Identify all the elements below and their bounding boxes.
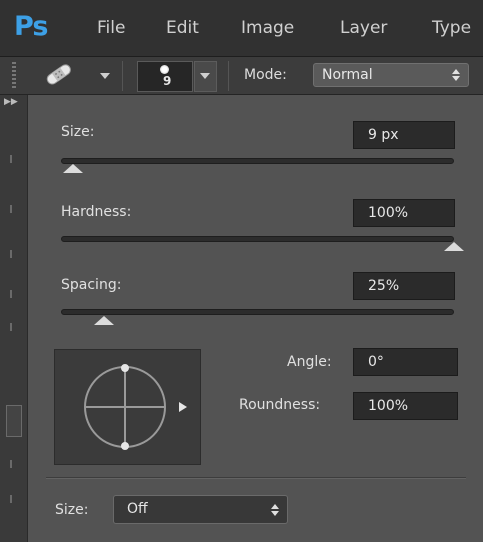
panel-tab[interactable] [6, 405, 22, 437]
spacing-input[interactable]: 25% [353, 272, 455, 300]
brush-preset-panel: Size: 9 px Hardness: 100% Spacing: 25% A… [28, 95, 483, 542]
menu-type[interactable]: Type [432, 18, 471, 38]
chevron-down-icon [200, 73, 210, 79]
brush-size-label: 9 [163, 74, 172, 88]
strip-divider [10, 460, 12, 468]
panel-divider [46, 477, 466, 478]
angle-input[interactable]: 0° [353, 348, 458, 376]
size-input[interactable]: 9 px [353, 121, 455, 149]
left-toolbar-strip: ▶▶ [0, 95, 28, 542]
menu-edit[interactable]: Edit [166, 18, 199, 38]
size-control-select[interactable]: Off [113, 495, 288, 524]
brush-picker-dropdown-button[interactable] [194, 61, 217, 92]
roundness-input[interactable]: 100% [353, 392, 458, 420]
menu-image[interactable]: Image [241, 18, 294, 38]
size-control-value: Off [127, 501, 148, 517]
roundness-label: Roundness: [239, 397, 321, 413]
hardness-slider-track[interactable] [61, 236, 454, 242]
menu-layer[interactable]: Layer [340, 18, 387, 38]
size-slider-track[interactable] [61, 158, 454, 164]
options-bar-grip[interactable] [12, 62, 16, 88]
mode-label: Mode: [244, 67, 287, 83]
strip-divider [10, 155, 12, 163]
mode-value: Normal [322, 67, 373, 83]
brush-picker[interactable]: 9 [137, 61, 193, 92]
hardness-input[interactable]: 100% [353, 199, 455, 227]
brush-angle-roundness-icon [84, 364, 187, 450]
strip-divider [10, 495, 12, 503]
hardness-slider-thumb[interactable] [444, 242, 464, 251]
strip-divider [10, 205, 12, 213]
spacing-slider-track[interactable] [61, 309, 454, 315]
size-control-label: Size: [55, 502, 89, 518]
size-label: Size: [61, 124, 95, 140]
angle-label: Angle: [287, 354, 332, 370]
separator [122, 61, 123, 91]
mode-select[interactable]: Normal [313, 63, 469, 87]
chevron-down-icon [100, 73, 110, 79]
strip-divider [10, 290, 12, 298]
brush-tip-preview[interactable] [54, 349, 201, 465]
brush-tip-icon [160, 65, 169, 74]
bandage-icon [46, 64, 71, 85]
menu-file[interactable]: File [97, 18, 125, 38]
spacing-slider-thumb[interactable] [94, 316, 115, 325]
updown-arrows-icon [271, 504, 279, 516]
spacing-label: Spacing: [61, 277, 122, 293]
options-bar: 9 Mode: Normal [0, 57, 483, 95]
tool-preset-picker[interactable] [44, 61, 110, 89]
photoshop-logo: Ps [14, 11, 48, 42]
strip-divider [10, 250, 12, 258]
updown-arrows-icon [452, 69, 460, 81]
size-slider-thumb[interactable] [62, 164, 83, 173]
menu-bar: Ps File Edit Image Layer Type [0, 0, 483, 57]
strip-divider [10, 323, 12, 331]
separator [228, 61, 229, 91]
expand-panels-icon[interactable]: ▶▶ [4, 97, 18, 107]
hardness-label: Hardness: [61, 204, 132, 220]
